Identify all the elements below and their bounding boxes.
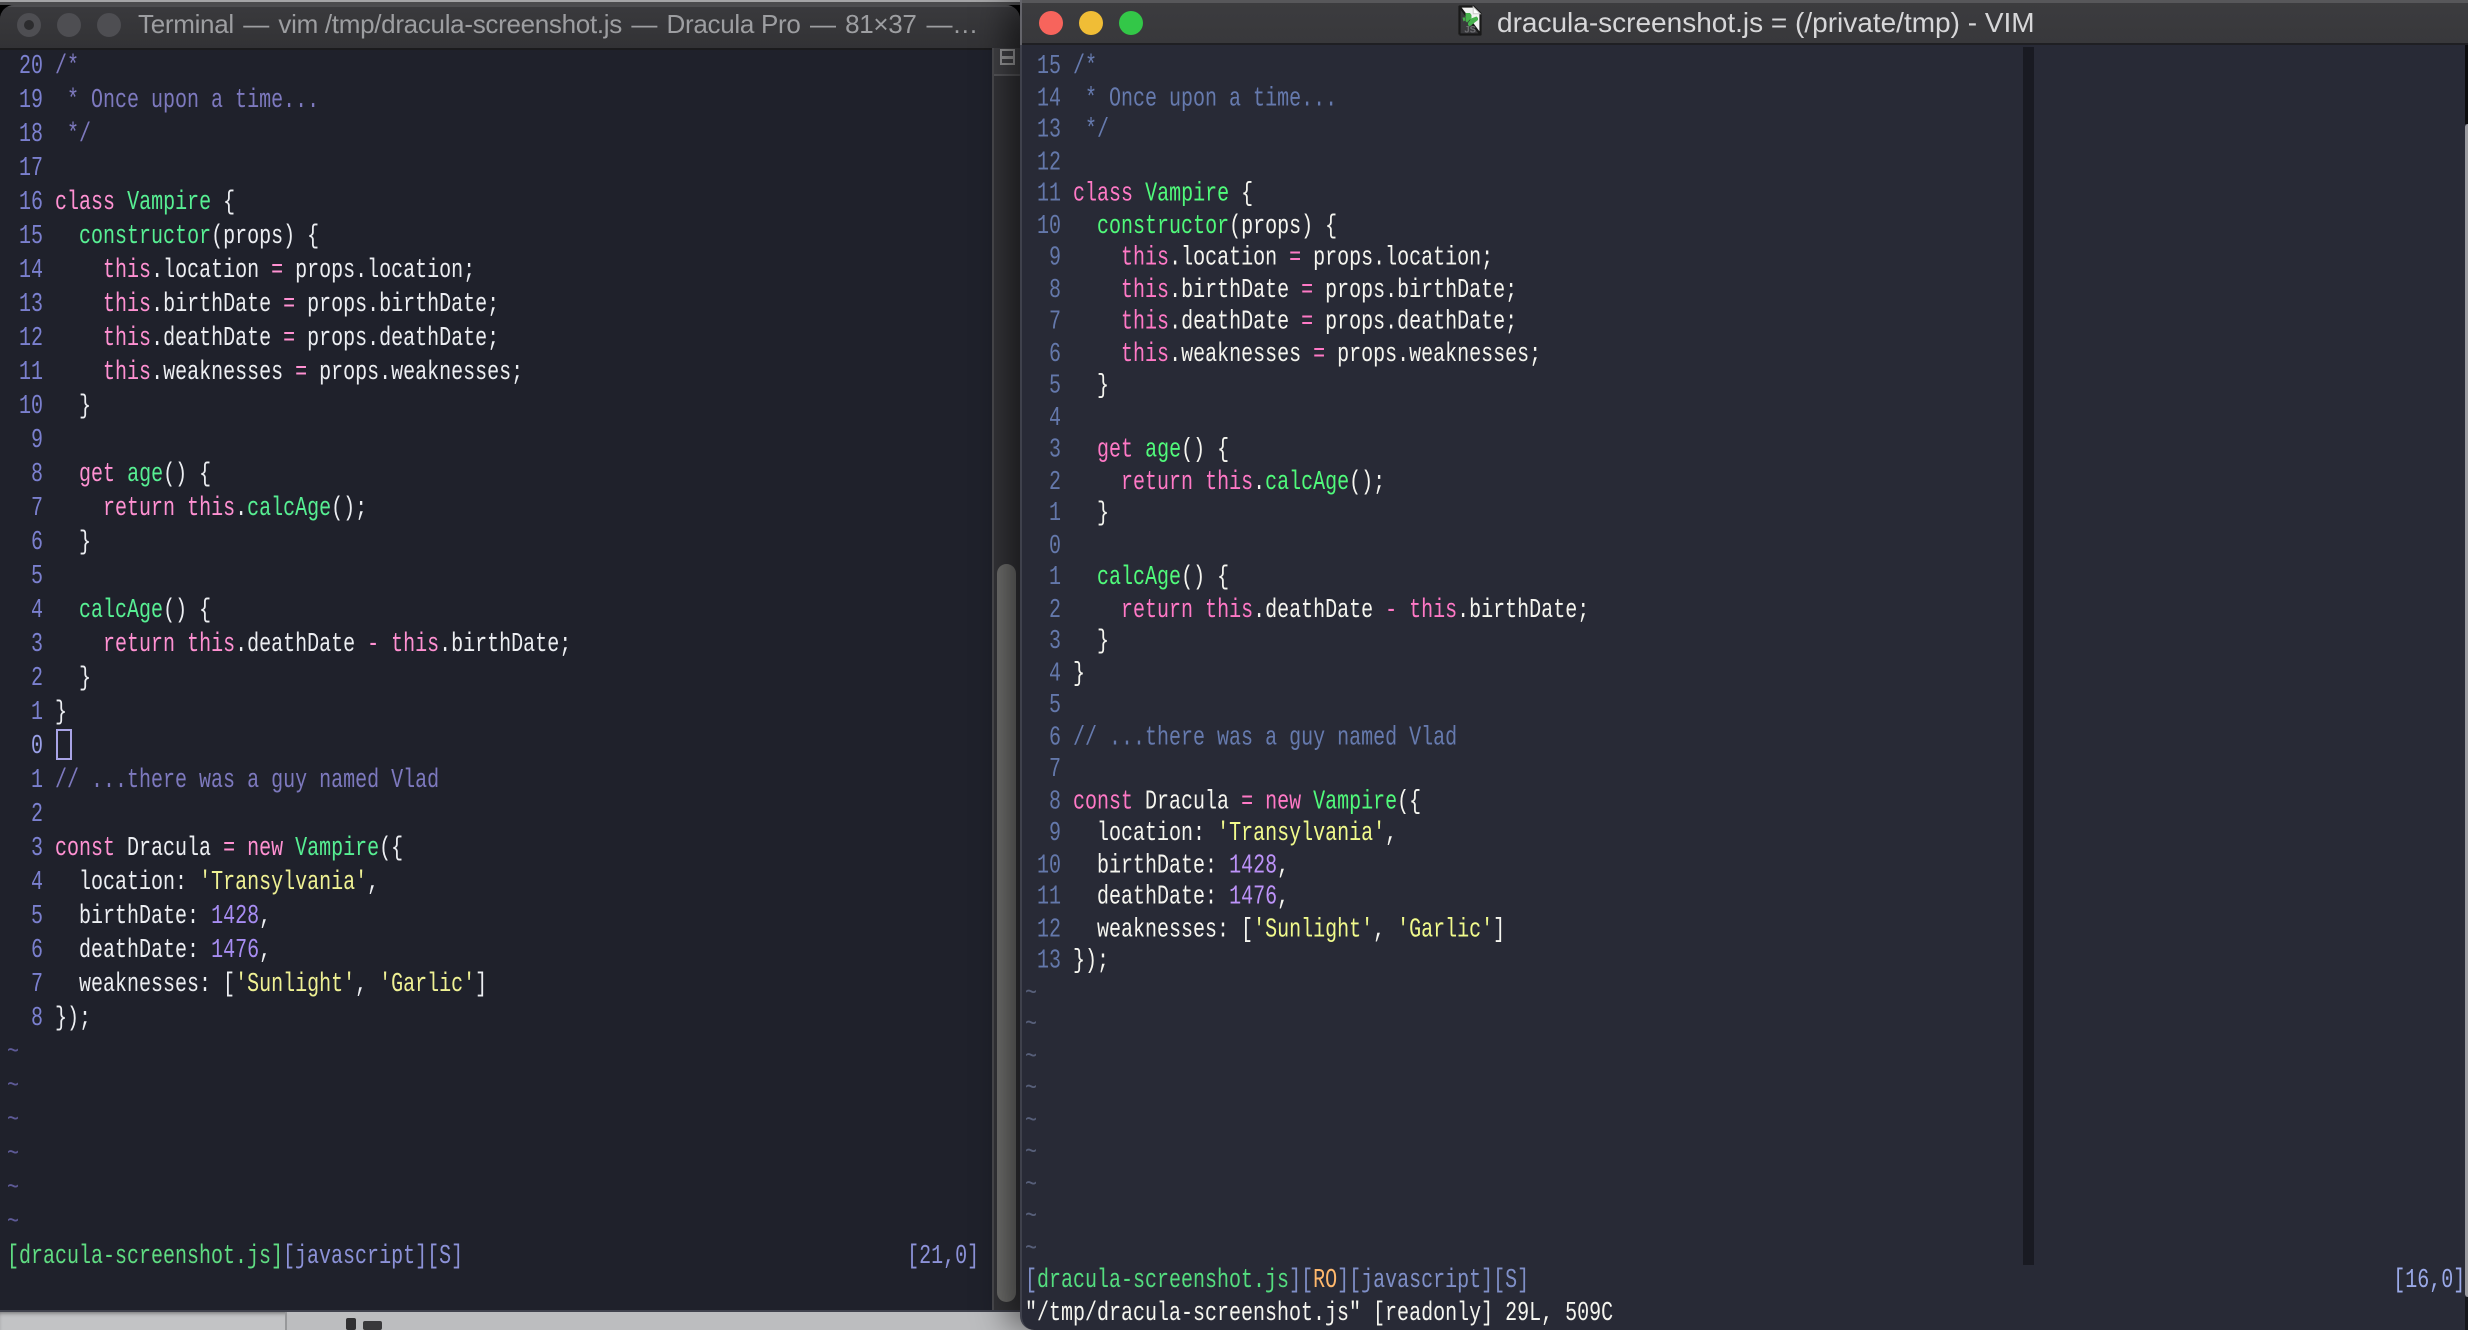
svg-text:JS: JS — [1464, 25, 1476, 36]
